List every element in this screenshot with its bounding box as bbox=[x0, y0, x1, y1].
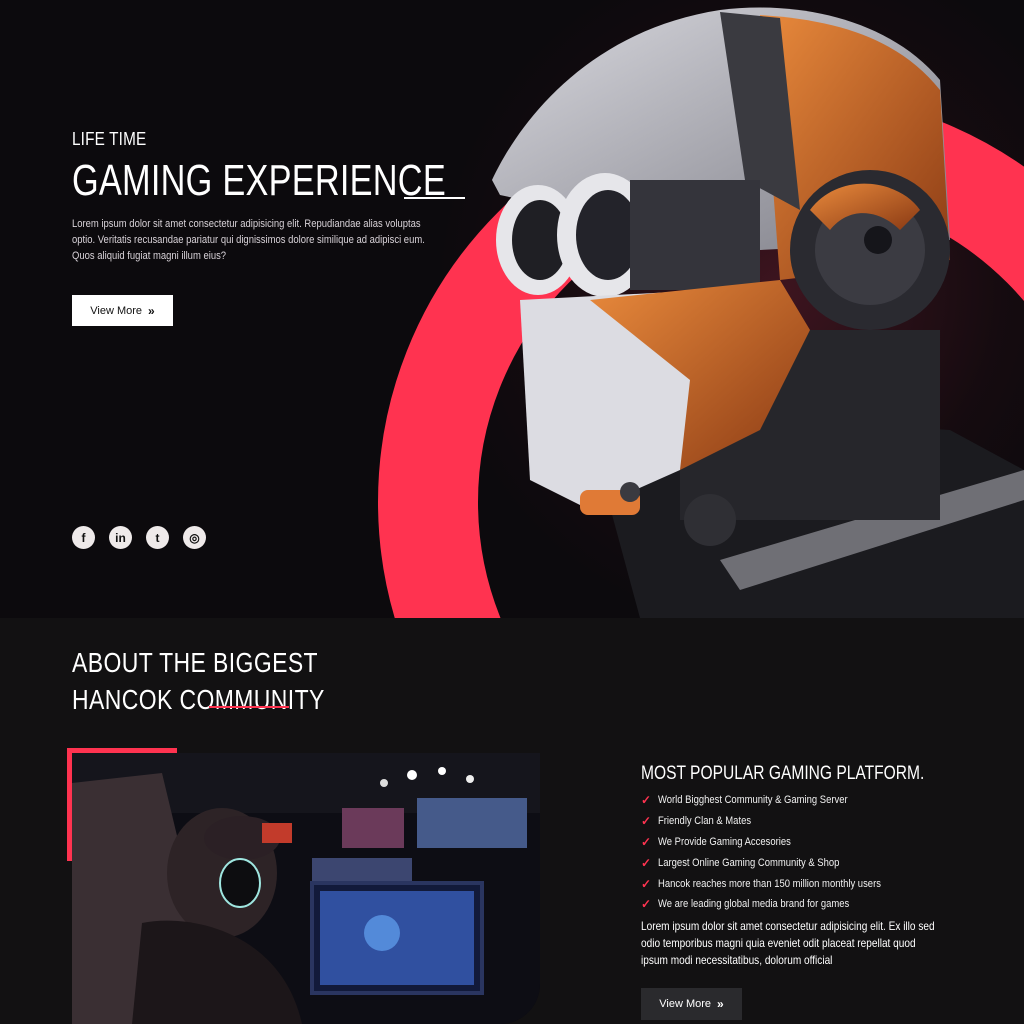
check-icon: ✓ bbox=[641, 876, 652, 891]
about-view-more-button[interactable]: View More » bbox=[641, 988, 742, 1020]
gamer-photo bbox=[72, 753, 540, 1024]
view-more-button[interactable]: View More » bbox=[72, 295, 173, 326]
list-item: ✓ Hancok reaches more than 150 million mo… bbox=[641, 876, 881, 891]
robot-helmet-image bbox=[492, 7, 1024, 618]
linkedin-icon[interactable]: in bbox=[109, 526, 132, 549]
button-label: View More bbox=[659, 998, 712, 1010]
hero-section: LIFE TIME GAMING EXPERIENCE Lorem ipsum … bbox=[0, 0, 1024, 618]
hero-title: GAMING EXPERIENCE bbox=[72, 156, 446, 205]
check-icon: ✓ bbox=[641, 855, 652, 870]
double-chevron-right-icon: » bbox=[717, 997, 724, 1011]
list-item: ✓ We Provide Gaming Accesories bbox=[641, 834, 791, 849]
about-description: Lorem ipsum dolor sit amet consectetur a… bbox=[641, 919, 935, 967]
check-icon: ✓ bbox=[641, 897, 652, 912]
button-label: View More bbox=[90, 304, 143, 317]
gaming-arena-image bbox=[72, 753, 540, 1024]
instagram-icon[interactable]: ◎ bbox=[183, 526, 206, 549]
list-item: ✓ Friendly Clan & Mates bbox=[641, 814, 752, 829]
check-icon: ✓ bbox=[641, 814, 652, 829]
hero-subtitle: LIFE TIME bbox=[72, 129, 147, 149]
title-underline bbox=[404, 197, 465, 199]
twitter-icon[interactable]: t bbox=[146, 526, 169, 549]
about-title-underline bbox=[209, 706, 289, 708]
double-chevron-right-icon: » bbox=[148, 303, 155, 318]
social-links: f in t ◎ bbox=[72, 526, 206, 549]
check-icon: ✓ bbox=[641, 793, 652, 808]
list-item: ✓ World Bigghest Community & Gaming Serve… bbox=[641, 793, 848, 808]
facebook-icon[interactable]: f bbox=[72, 526, 95, 549]
list-item: ✓ We are leading global media brand for g… bbox=[641, 897, 850, 912]
feature-list: ✓ World Bigghest Community & Gaming Serve… bbox=[641, 790, 917, 915]
feature-title: MOST POPULAR GAMING PLATFORM. bbox=[641, 763, 925, 784]
check-icon: ✓ bbox=[641, 834, 652, 849]
hero-description: Lorem ipsum dolor sit amet consectetur a… bbox=[72, 218, 425, 262]
list-item: ✓ Largest Online Gaming Community & Shop bbox=[641, 855, 840, 870]
